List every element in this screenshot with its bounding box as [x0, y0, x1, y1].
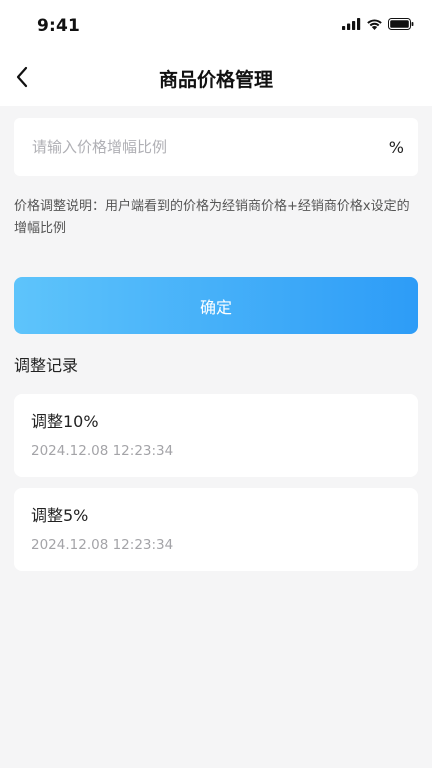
percent-unit: % [388, 137, 404, 157]
nav-bar: 商品价格管理 [0, 50, 432, 106]
battery-icon [388, 18, 414, 30]
ratio-input-row: % [14, 118, 418, 176]
status-icons [342, 18, 414, 30]
record-item: 调整5% 2024.12.08 12:23:34 [14, 488, 418, 571]
wifi-icon [367, 19, 382, 30]
signal-icon [342, 18, 361, 30]
records-title: 调整记录 [14, 356, 79, 375]
confirm-button[interactable]: 确定 [14, 277, 418, 334]
record-time: 2024.12.08 12:23:34 [31, 537, 174, 553]
record-time: 2024.12.08 12:23:34 [31, 443, 174, 459]
adjustment-note: 价格调整说明：用户端看到的价格为经销商价格+经销商价格x设定的增幅比例 [14, 199, 410, 236]
ratio-input[interactable] [32, 138, 389, 156]
record-title: 调整5% [31, 506, 89, 525]
record-title: 调整10% [31, 412, 99, 431]
page-title: 商品价格管理 [158, 69, 273, 91]
header: 9:41 商品价格管理 [0, 0, 432, 106]
record-item: 调整10% 2024.12.08 12:23:34 [14, 394, 418, 477]
status-bar: 9:41 [0, 0, 432, 50]
status-time: 9:41 [37, 16, 81, 36]
